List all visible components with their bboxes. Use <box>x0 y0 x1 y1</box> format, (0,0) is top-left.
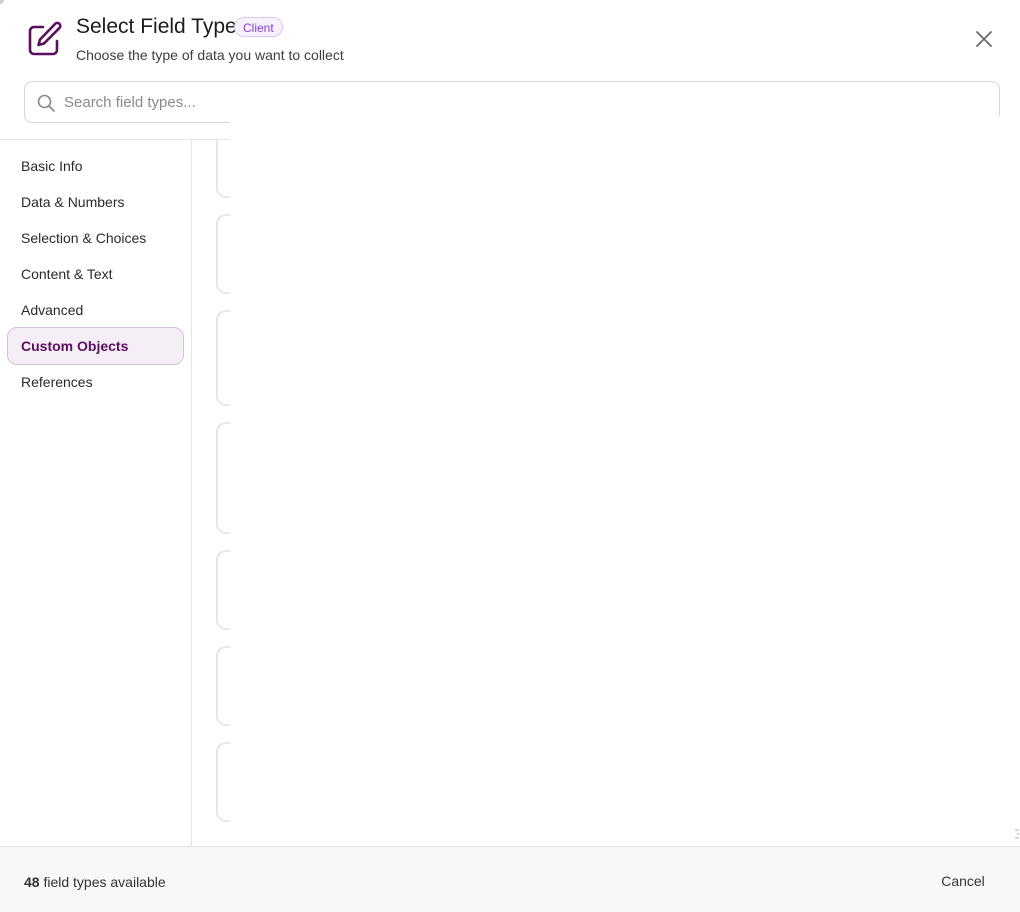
close-icon[interactable] <box>972 27 996 51</box>
field-type-count-number: 48 <box>24 874 40 890</box>
dialog-subtitle: Choose the type of data you want to coll… <box>76 47 344 63</box>
category-sidebar: Basic Info Data & Numbers Selection & Ch… <box>0 140 192 846</box>
sidebar-item-content-text[interactable]: Content & Text <box>7 255 184 293</box>
edit-icon <box>28 21 62 56</box>
field-type-count-label: field types available <box>39 874 166 890</box>
client-badge: Client <box>234 17 283 37</box>
field-type-count: 48 field types available <box>24 874 166 890</box>
sidebar-item-advanced[interactable]: Advanced <box>7 291 184 329</box>
dialog-title: Select Field Type <box>76 15 237 38</box>
search-icon <box>37 94 55 112</box>
sidebar-item-custom-objects[interactable]: Custom Objects <box>7 327 184 365</box>
dialog-header: Select Field Type Client Choose the type… <box>0 0 1020 80</box>
sidebar-item-selection-choices[interactable]: Selection & Choices <box>7 219 184 257</box>
dialog-footer: 48 field types available Cancel <box>0 846 1020 912</box>
sidebar-item-basic-info[interactable]: Basic Info <box>7 147 184 185</box>
search-input[interactable] <box>64 90 964 114</box>
sidebar-item-data-numbers[interactable]: Data & Numbers <box>7 183 184 221</box>
sidebar-item-references[interactable]: References <box>7 363 184 401</box>
select-field-type-dialog: Select Field Type Client Choose the type… <box>0 0 1020 912</box>
search-overlap-cover <box>230 116 1020 130</box>
content-blank-area <box>230 140 1020 846</box>
resize-handle-icon[interactable] <box>1012 828 1020 842</box>
cancel-button[interactable]: Cancel <box>932 866 994 896</box>
field-type-list <box>192 140 1020 846</box>
